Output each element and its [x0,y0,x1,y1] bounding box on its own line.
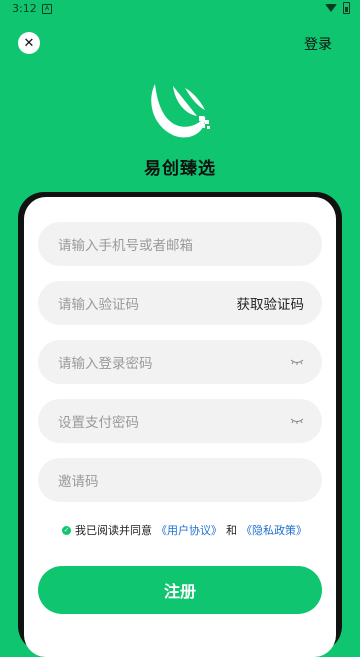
invite-code-placeholder: 邀请码 [58,474,99,490]
close-icon: ✕ [23,35,35,51]
notification-a-icon: A [42,4,52,14]
brand-logo [151,84,210,138]
pay-password-placeholder: 设置支付密码 [58,415,139,431]
register-button[interactable]: 注册 [38,566,322,614]
battery-icon [343,2,350,14]
close-button[interactable]: ✕ [18,32,40,54]
user-agreement-link[interactable]: 《用户协议》 [156,522,222,538]
eye-closed-icon[interactable] [290,416,304,426]
agreement-row: ✓ 我已阅读并同意 《用户协议》 和 《隐私政策》 [62,522,307,538]
login-password-placeholder: 请输入登录密码 [58,356,153,372]
eye-closed-icon[interactable] [290,357,304,367]
brand-name: 易创臻选 [144,159,216,179]
status-time: 3:12 [12,2,37,15]
agreement-prefix: 我已阅读并同意 [75,524,152,537]
invite-code-field[interactable]: 邀请码 [38,458,322,502]
get-code-button[interactable]: 获取验证码 [237,293,305,313]
login-link[interactable]: 登录 [304,34,332,54]
verification-code-field[interactable]: 请输入验证码 获取验证码 [38,281,322,325]
agreement-and: 和 [226,524,237,537]
login-password-field[interactable]: 请输入登录密码 [38,340,322,384]
privacy-policy-link[interactable]: 《隐私政策》 [241,522,307,538]
verification-code-placeholder: 请输入验证码 [58,297,139,313]
status-bar: 3:12 A [0,0,360,20]
agreement-checkbox[interactable]: ✓ [62,525,71,535]
pay-password-field[interactable]: 设置支付密码 [38,399,322,443]
phone-email-field[interactable]: 请输入手机号或者邮箱 [38,222,322,266]
wifi-icon [325,4,337,12]
phone-email-placeholder: 请输入手机号或者邮箱 [58,238,193,254]
status-icons [325,2,350,14]
